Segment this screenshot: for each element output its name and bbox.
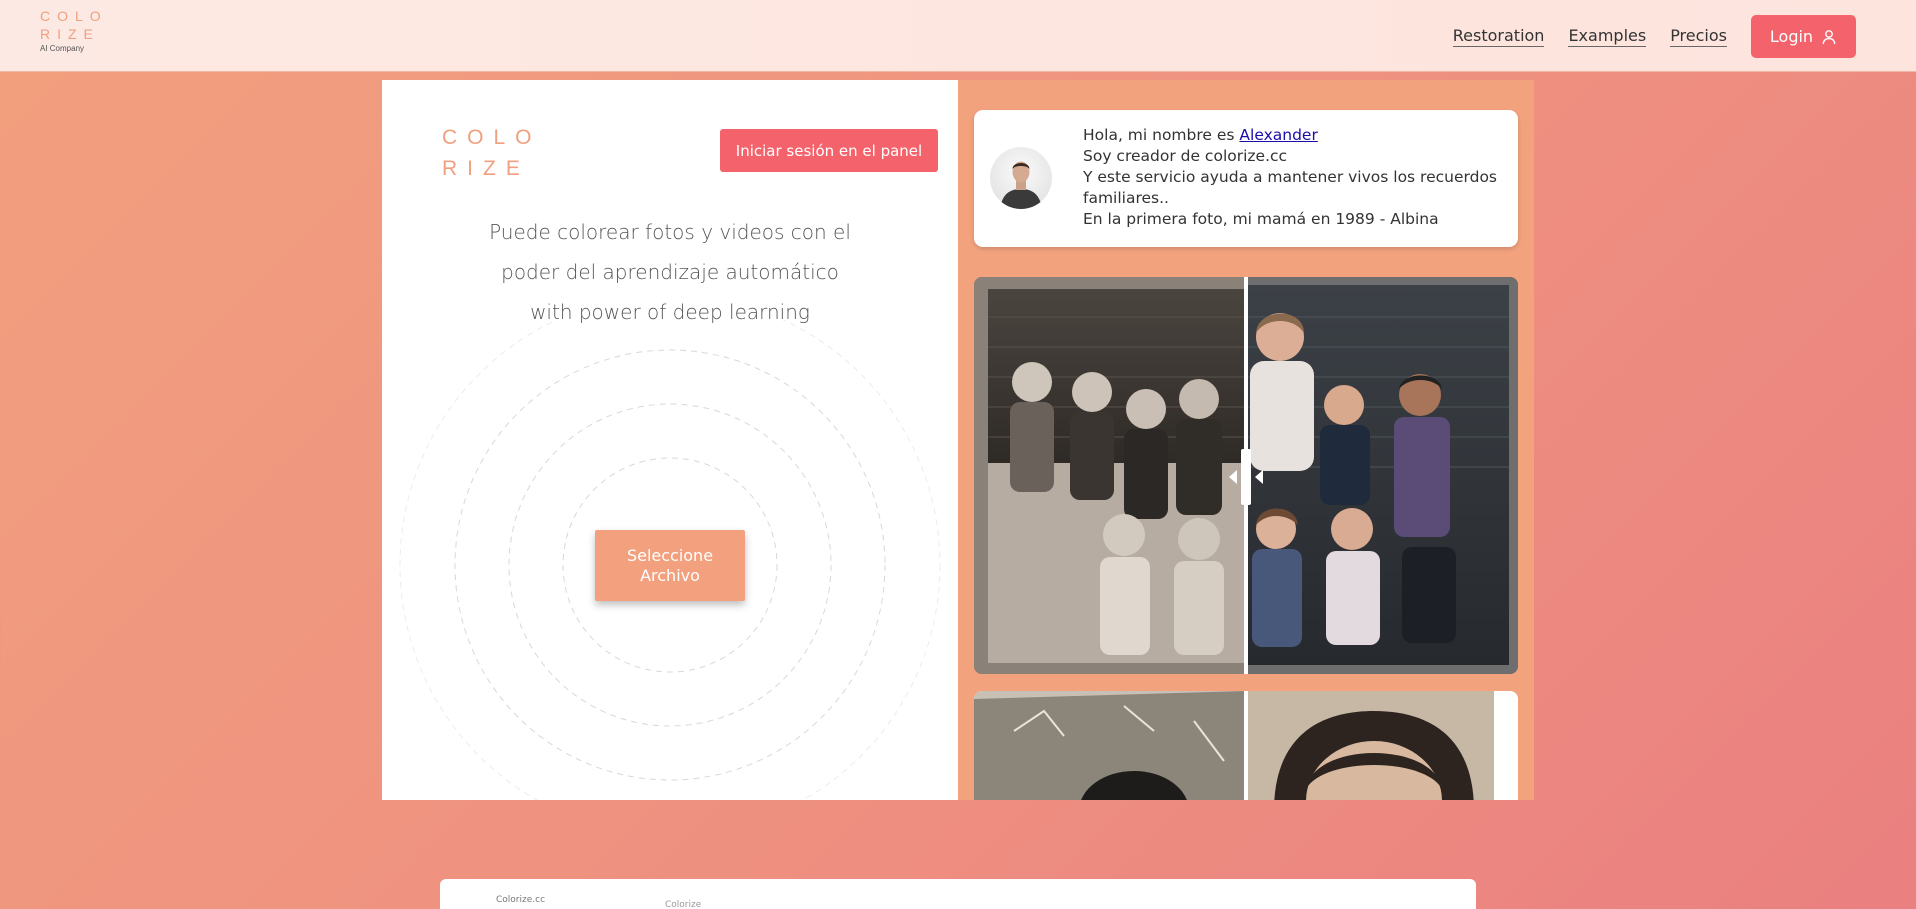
intro-text: Hola, mi nombre es Alexander Soy creador… (1083, 125, 1503, 230)
user-icon (1822, 29, 1836, 44)
dashboard-preview-card: Colorize.cc Colorize (440, 879, 1476, 909)
before-after-slider-2[interactable] (974, 691, 1518, 800)
nav-examples[interactable]: Examples (1568, 26, 1647, 47)
preview-site-label: Colorize.cc (496, 895, 546, 905)
top-navbar: COLO RIZE AI Company Restoration Example… (0, 0, 1916, 72)
main-nav: Restoration Examples Precios Login (1452, 15, 1856, 58)
panel-logo-line-2: RIZE (442, 157, 530, 180)
select-file-label-1: Seleccione (626, 545, 714, 565)
panel-login-button[interactable]: Iniciar sesión en el panel (720, 129, 938, 172)
brand-logo[interactable]: COLO RIZE AI Company (40, 9, 108, 53)
tagline: Puede colorear fotos y videos con el pod… (382, 212, 958, 332)
tagline-line-1: Puede colorear fotos y videos con el (489, 220, 851, 244)
nav-restoration[interactable]: Restoration (1452, 26, 1545, 47)
before-after-slider-1[interactable] (974, 277, 1518, 674)
author-avatar (990, 147, 1052, 209)
panel-logo: COLO RIZE (442, 122, 542, 184)
showcase-panel: Hola, mi nombre es Alexander Soy creador… (958, 80, 1534, 800)
logo-subtitle: AI Company (40, 44, 85, 53)
select-file-button[interactable]: Seleccione Archivo (595, 530, 745, 601)
intro-line-3: Y este servicio ayuda a mantener vivos l… (1083, 168, 1498, 207)
greeting-prefix: Hola, mi nombre es (1083, 126, 1240, 144)
tagline-line-2: poder del aprendizaje automático (501, 260, 839, 284)
nav-precios[interactable]: Precios (1670, 26, 1727, 47)
logo-line-2: RIZE (40, 26, 100, 42)
class-photo-comparison (974, 277, 1518, 674)
portrait-comparison (974, 691, 1518, 800)
panel-logo-line-1: COLO (442, 126, 542, 149)
login-label: Login (1769, 27, 1814, 46)
author-intro-card: Hola, mi nombre es Alexander Soy creador… (974, 110, 1518, 247)
intro-line-2: Soy creador de colorize.cc (1083, 147, 1288, 165)
preview-menu-label: Colorize (665, 900, 702, 909)
intro-line-4: En la primera foto, mi mamá en 1989 - Al… (1083, 210, 1439, 228)
logo-line-1: COLO (40, 8, 108, 24)
login-button[interactable]: Login (1751, 15, 1856, 58)
author-name-link[interactable]: Alexander (1239, 126, 1317, 144)
upload-panel: COLO RIZE Iniciar sesión en el panel Pue… (382, 80, 958, 800)
select-file-label-2: Archivo (640, 565, 700, 585)
